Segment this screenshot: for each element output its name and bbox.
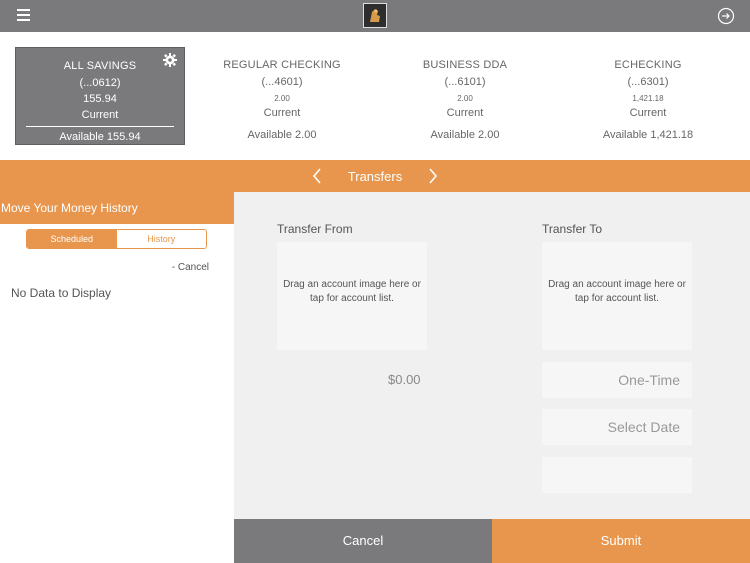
account-number: (...6101) [444, 76, 486, 88]
account-name: REGULAR CHECKING [223, 59, 341, 71]
transfer-to-label: Transfer To [542, 222, 603, 236]
account-status: Current [446, 107, 484, 119]
account-card-regular-checking[interactable]: REGULAR CHECKING (...4601) 2.00 Current … [198, 47, 366, 143]
top-bar [0, 0, 750, 32]
amount-field[interactable]: $0.00 [388, 372, 421, 387]
section-title-bar: Transfers [0, 160, 750, 192]
gear-icon[interactable] [163, 53, 177, 67]
account-status: Current [81, 109, 119, 121]
account-balance: 2.00 [457, 94, 473, 103]
tab-history[interactable]: History [116, 230, 206, 248]
account-status: Current [263, 107, 301, 119]
cancel-button[interactable]: Cancel [234, 519, 492, 563]
transfer-to-dropzone[interactable]: Drag an account image here or tap for ac… [542, 242, 692, 350]
account-name: ALL SAVINGS [63, 60, 137, 72]
account-available: Available 155.94 [59, 131, 141, 143]
account-available: Available 2.00 [430, 129, 500, 141]
account-number: (...6301) [627, 76, 669, 88]
account-card-echecking[interactable]: ECHECKING (...6301) 1,421.18 Current Ava… [564, 47, 732, 143]
transfer-from-label: Transfer From [277, 222, 353, 236]
logout-icon[interactable] [717, 7, 735, 25]
account-name: ECHECKING [614, 59, 682, 71]
bank-logo-icon [363, 3, 387, 28]
account-available: Available 1,421.18 [602, 129, 694, 141]
account-balance: 2.00 [274, 94, 290, 103]
account-status: Current [629, 107, 667, 119]
memo-field[interactable] [542, 457, 692, 493]
divider [26, 126, 174, 127]
account-balance: 155.94 [83, 93, 117, 105]
account-card-savings[interactable]: ALL SAVINGS (...0612) 155.94 Current Ava… [15, 47, 185, 145]
account-available: Available 2.00 [247, 129, 317, 141]
chevron-right-icon[interactable] [427, 168, 439, 184]
history-header: Move Your Money History [0, 192, 234, 224]
accounts-strip: ALL SAVINGS (...0612) 155.94 Current Ava… [0, 32, 750, 160]
transfer-form: Transfer From Transfer To Drag an accoun… [234, 192, 750, 519]
tab-scheduled[interactable]: Scheduled [27, 230, 117, 248]
account-number: (...4601) [261, 76, 303, 88]
account-balance: 1,421.18 [632, 94, 664, 103]
frequency-select[interactable]: One-Time [542, 362, 692, 398]
page-title: Transfers [347, 169, 403, 184]
account-number: (...0612) [79, 77, 121, 89]
history-segmented-control: Scheduled History [26, 229, 207, 249]
submit-button[interactable]: Submit [492, 519, 750, 563]
history-panel: Move Your Money History Scheduled Histor… [0, 192, 234, 563]
account-card-business-dda[interactable]: BUSINESS DDA (...6101) 2.00 Current Avai… [381, 47, 549, 143]
date-picker[interactable]: Select Date [542, 409, 692, 445]
cancel-link[interactable]: - Cancel [172, 262, 209, 273]
hamburger-icon[interactable] [17, 9, 30, 21]
account-name: BUSINESS DDA [422, 59, 508, 71]
empty-message: No Data to Display [11, 286, 112, 300]
transfer-from-dropzone[interactable]: Drag an account image here or tap for ac… [277, 242, 427, 350]
